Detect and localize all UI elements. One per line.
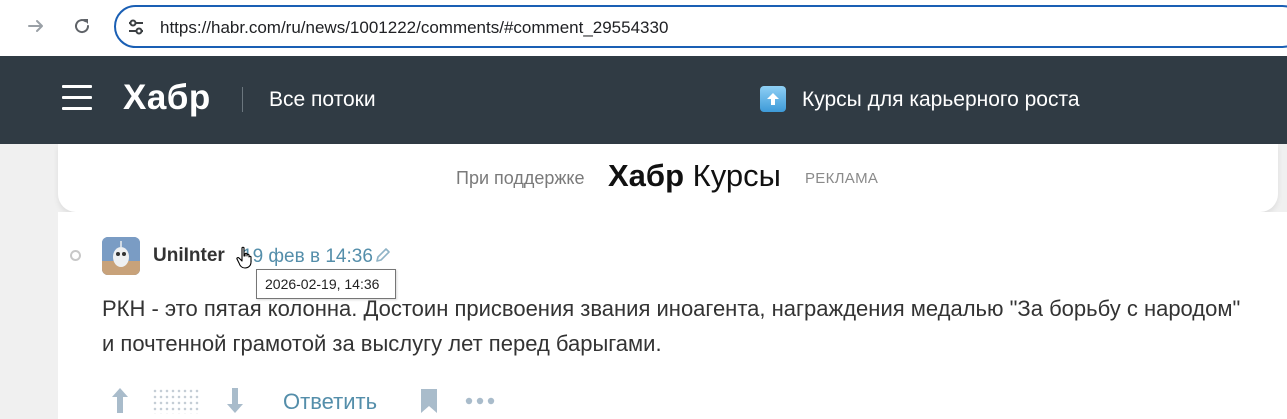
sponsor-prefix: При поддержке [456,168,585,188]
sponsor-brand[interactable]: Хабр Курсы [608,158,781,194]
site-info-icon[interactable] [126,17,146,37]
sponsor-brand-regular: Курсы [692,158,781,193]
cursor-icon [236,246,256,270]
forward-icon[interactable] [18,8,54,44]
vote-down-icon[interactable] [223,384,247,416]
site-header: Хабр Все потоки Курсы для карьерного рос… [0,56,1287,144]
menu-icon[interactable] [62,85,92,111]
all-flows-link[interactable]: Все потоки [269,88,376,112]
comment-bullet [70,250,81,261]
ad-label: РЕКЛАМА [805,170,879,187]
browser-toolbar: https://habr.com/ru/news/1001222/comment… [0,0,1287,56]
courses-promo-link[interactable]: Курсы для карьерного роста [802,88,1080,112]
more-icon[interactable] [465,394,495,408]
header-divider [242,87,243,112]
reload-icon[interactable] [64,8,100,44]
comment-username[interactable]: UniInter [153,245,225,267]
promo-arrow-icon[interactable] [760,86,786,112]
comment-timestamp[interactable]: 19 фев в 14:36 [242,246,373,268]
comment: UniInter 19 фев в 14:36 2026-02-19, 14:3… [58,212,1287,419]
avatar[interactable] [102,237,140,275]
comment-body: РКН - это пятая колонна. Достоин присвое… [102,296,1241,356]
url-text[interactable]: https://habr.com/ru/news/1001222/comment… [160,18,668,38]
site-logo[interactable]: Хабр [123,78,211,118]
sponsor-brand-bold: Хабр [608,158,685,193]
bookmark-icon[interactable] [419,388,439,414]
vote-up-icon[interactable] [108,384,132,416]
edit-icon [374,246,392,264]
sponsor-banner: При поддержке Хабр Курсы РЕКЛАМА [58,144,1278,212]
reply-button[interactable]: Ответить [283,389,377,415]
comment-score-placeholder [152,388,200,414]
address-bar[interactable]: https://habr.com/ru/news/1001222/comment… [114,5,1287,48]
